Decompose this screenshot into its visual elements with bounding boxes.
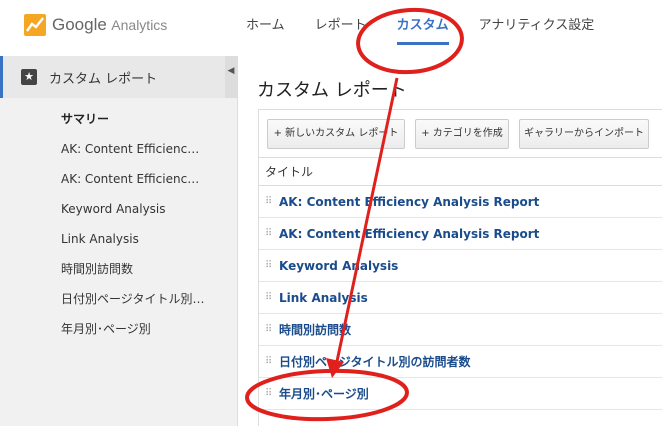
report-list: ⠿ AK: Content Efficiency Analysis Report… [259, 186, 662, 410]
top-bar: Google Analytics ホーム レポート カスタム アナリティクス設定 [0, 0, 662, 56]
brand-product: Analytics [111, 17, 168, 33]
main-nav: ホーム レポート カスタム アナリティクス設定 [246, 0, 624, 56]
report-link[interactable]: 時間別訪問数 [279, 314, 351, 346]
drag-handle-icon[interactable]: ⠿ [265, 282, 273, 314]
drag-handle-icon[interactable]: ⠿ [265, 346, 273, 378]
sidebar-item-report[interactable]: AK: Content Efficiency Analysis Report [0, 134, 236, 164]
report-link[interactable]: 年月別･ページ別 [279, 378, 369, 410]
drag-handle-icon[interactable]: ⠿ [265, 314, 273, 346]
table-row: ⠿ 年月別･ページ別 [259, 378, 662, 410]
logo-text: Google Analytics [52, 15, 167, 35]
sidebar-header-label: カスタム レポート [49, 71, 158, 87]
table-row: ⠿ Link Analysis [259, 282, 662, 314]
column-header-title[interactable]: タイトル [259, 158, 662, 186]
toolbar: + 新しいカスタム レポート + カテゴリを作成 ギャラリーからインポート [259, 110, 662, 158]
tab-home[interactable]: ホーム [246, 0, 285, 56]
report-link[interactable]: Link Analysis [279, 282, 368, 314]
sidebar: ★ カスタム レポート ◀ サマリー AK: Content Efficienc… [0, 56, 238, 426]
table-row: ⠿ Keyword Analysis [259, 250, 662, 282]
google-analytics-logo[interactable]: Google Analytics [24, 14, 167, 36]
sidebar-list: サマリー AK: Content Efficiency Analysis Rep… [0, 98, 237, 344]
report-link[interactable]: 日付別ページタイトル別の訪問者数 [279, 346, 471, 378]
brand-google: Google [52, 15, 107, 34]
sidebar-header[interactable]: ★ カスタム レポート ◀ [0, 56, 237, 98]
tab-admin[interactable]: アナリティクス設定 [479, 0, 595, 56]
table-row: ⠿ AK: Content Efficiency Analysis Report [259, 186, 662, 218]
table-row: ⠿ 日付別ページタイトル別の訪問者数 [259, 346, 662, 378]
report-link[interactable]: AK: Content Efficiency Analysis Report [279, 186, 539, 218]
import-from-gallery-button[interactable]: ギャラリーからインポート [519, 119, 649, 149]
page-title: カスタム レポート [257, 80, 407, 101]
sidebar-item-report[interactable]: Keyword Analysis [0, 194, 236, 224]
sidebar-item-summary[interactable]: サマリー [0, 104, 236, 134]
app-window: Google Analytics ホーム レポート カスタム アナリティクス設定… [0, 0, 662, 426]
table-row: ⠿ AK: Content Efficiency Analysis Report [259, 218, 662, 250]
star-icon: ★ [21, 69, 37, 85]
drag-handle-icon[interactable]: ⠿ [265, 186, 273, 218]
collapse-sidebar-icon[interactable]: ◀ [225, 56, 237, 98]
create-category-button[interactable]: + カテゴリを作成 [415, 119, 509, 149]
drag-handle-icon[interactable]: ⠿ [265, 250, 273, 282]
tab-custom[interactable]: カスタム [396, 0, 449, 56]
sidebar-item-report[interactable]: 時間別訪問数 [0, 254, 236, 284]
sidebar-item-report[interactable]: 年月別･ページ別 [0, 314, 236, 344]
drag-handle-icon[interactable]: ⠿ [265, 218, 273, 250]
sidebar-item-report[interactable]: 日付別ページタイトル別の訪問者数 [0, 284, 236, 314]
report-link[interactable]: Keyword Analysis [279, 250, 398, 282]
table-row: ⠿ 時間別訪問数 [259, 314, 662, 346]
drag-handle-icon[interactable]: ⠿ [265, 378, 273, 410]
sidebar-item-report[interactable]: Link Analysis [0, 224, 236, 254]
main-content: カスタム レポート + 新しいカスタム レポート + カテゴリを作成 ギャラリー… [239, 56, 662, 426]
reports-panel: + 新しいカスタム レポート + カテゴリを作成 ギャラリーからインポート タイ… [258, 109, 662, 426]
tab-reports[interactable]: レポート [315, 0, 367, 56]
analytics-logo-icon [24, 14, 46, 36]
report-link[interactable]: AK: Content Efficiency Analysis Report [279, 218, 539, 250]
new-custom-report-button[interactable]: + 新しいカスタム レポート [267, 119, 405, 149]
sidebar-item-report[interactable]: AK: Content Efficiency Analysis Report [0, 164, 236, 194]
